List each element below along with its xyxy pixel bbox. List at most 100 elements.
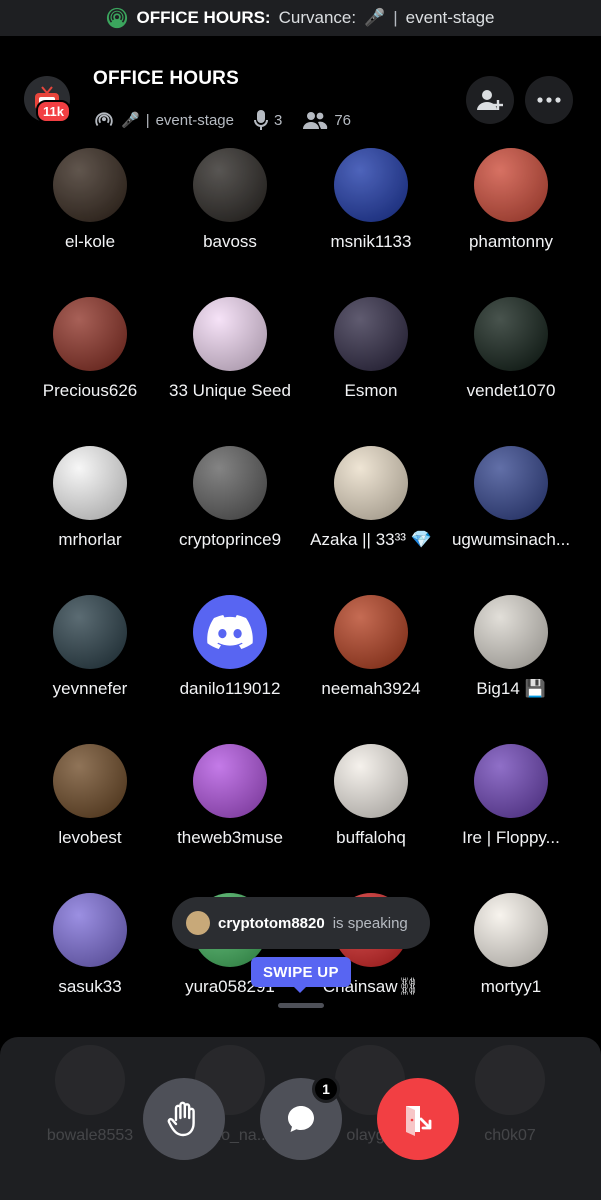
more-icon xyxy=(537,97,561,103)
avatar xyxy=(193,297,267,371)
invite-button[interactable] xyxy=(466,76,514,124)
listeners-count: 76 xyxy=(334,111,352,129)
avatar xyxy=(474,446,548,520)
avatar xyxy=(193,744,267,818)
chat-bubble-icon xyxy=(288,1106,314,1132)
participant-tile[interactable]: sasuk33 xyxy=(20,893,160,997)
more-options-button[interactable] xyxy=(525,76,573,124)
participant-tile[interactable]: Precious626 xyxy=(20,297,160,401)
leave-stage-button[interactable] xyxy=(377,1078,459,1160)
participant-name: el-kole xyxy=(64,232,116,251)
participant-tile[interactable]: Esmon xyxy=(301,297,441,401)
avatar xyxy=(474,595,548,669)
channel-name: event-stage xyxy=(155,111,234,129)
microphone-icon: 🎤 xyxy=(364,8,386,27)
avatar xyxy=(334,297,408,371)
speakers-count: 3 xyxy=(273,111,283,129)
swipe-up-hint: SWIPE UP xyxy=(251,957,351,993)
participant-tile[interactable]: vendet1070 xyxy=(441,297,581,401)
discord-logo-icon xyxy=(207,615,253,649)
participant-tile[interactable]: bavoss xyxy=(160,148,300,252)
hand-icon xyxy=(167,1101,195,1137)
participant-tile[interactable]: cryptoprince9 xyxy=(160,446,300,550)
speaking-user: cryptotom8820 xyxy=(218,914,325,932)
participant-name: Azaka || 33³³ 💎 xyxy=(310,530,432,549)
participant-tile[interactable]: phamtonny xyxy=(441,148,581,252)
participant-tile[interactable]: yevnnefer xyxy=(20,595,160,699)
avatar xyxy=(53,297,127,371)
participant-name: msnik1133 xyxy=(330,232,412,251)
participant-name: neemah3924 xyxy=(321,679,421,698)
participant-tile[interactable]: Azaka || 33³³ 💎 xyxy=(301,446,441,550)
avatar xyxy=(474,148,548,222)
participant-name: buffalohq xyxy=(336,828,406,847)
leave-icon xyxy=(406,1106,432,1136)
participant-tile[interactable]: Ire | Floppy... xyxy=(441,744,581,848)
member-count-badge: 11k xyxy=(36,100,71,123)
participant-tile[interactable]: ugwumsinach... xyxy=(441,446,581,550)
participant-tile[interactable]: mrhorlar xyxy=(20,446,160,550)
stage-status-bar[interactable]: OFFICE HOURS: Curvance: 🎤 | event-stage xyxy=(0,0,601,36)
participant-name: phamtonny xyxy=(468,232,554,251)
participant-tile[interactable]: mortyy1 xyxy=(441,893,581,997)
avatar xyxy=(193,595,267,669)
avatar xyxy=(53,446,127,520)
participant-name: cryptoprince9 xyxy=(178,530,282,549)
avatar xyxy=(55,1045,125,1115)
speaking-suffix: is speaking xyxy=(332,914,408,932)
page-title: OFFICE HOURS xyxy=(93,68,239,89)
participant-name: theweb3muse xyxy=(177,828,283,847)
status-channel: event-stage xyxy=(405,8,495,27)
status-label: OFFICE HOURS: xyxy=(136,8,271,27)
microphone-icon: 🎤 xyxy=(121,112,140,129)
avatar xyxy=(334,148,408,222)
avatar xyxy=(53,148,127,222)
stage-icon xyxy=(95,112,113,127)
participant-tile[interactable]: 33 Unique Seed xyxy=(160,297,300,401)
participant-tile[interactable]: levobest xyxy=(20,744,160,848)
add-user-icon xyxy=(477,90,503,110)
speaker-mic-icon xyxy=(253,110,268,130)
stage-info: 🎤 | event-stage 3 76 xyxy=(93,109,351,131)
avatar xyxy=(334,595,408,669)
unread-badge: 1 xyxy=(312,1075,340,1103)
participant-name: Precious626 xyxy=(42,381,138,400)
stage-header: 11k OFFICE HOURS 🎤 | event-stage 3 76 xyxy=(0,36,601,156)
raise-hand-button[interactable] xyxy=(143,1078,225,1160)
participant-name: Ire | Floppy... xyxy=(462,828,560,847)
stage-icon xyxy=(107,7,128,29)
avatar xyxy=(474,744,548,818)
avatar xyxy=(334,446,408,520)
participant-tile[interactable]: Big14 💾 xyxy=(441,595,581,699)
participant-name: bavoss xyxy=(203,232,257,251)
participant-name: Esmon xyxy=(344,381,398,400)
avatar xyxy=(53,893,127,967)
participant-name: yevnnefer xyxy=(52,679,128,698)
participant-name: sasuk33 xyxy=(58,977,122,996)
participant-tile[interactable]: danilo119012 xyxy=(160,595,300,699)
participant-tile[interactable]: buffalohq xyxy=(301,744,441,848)
participant-name: vendet1070 xyxy=(466,381,556,400)
users-icon xyxy=(303,112,328,129)
avatar xyxy=(53,595,127,669)
participant-name: 33 Unique Seed xyxy=(169,381,291,400)
status-host: Curvance: xyxy=(278,8,357,27)
participant-tile[interactable]: neemah3924 xyxy=(301,595,441,699)
participant-name: ugwumsinach... xyxy=(451,530,571,549)
avatar xyxy=(193,148,267,222)
avatar xyxy=(53,744,127,818)
audience-name: bowale8553 xyxy=(46,1127,134,1144)
participant-tile[interactable]: theweb3muse xyxy=(160,744,300,848)
drag-handle[interactable] xyxy=(278,1003,324,1008)
participant-grid: el-kole bavoss msnik1133 phamtonny Precious6… xyxy=(0,148,601,1028)
divider: | xyxy=(145,111,150,129)
avatar xyxy=(334,744,408,818)
audience-name: ch0k07 xyxy=(484,1127,536,1144)
avatar xyxy=(193,446,267,520)
participant-name: Big14 💾 xyxy=(476,679,546,698)
participant-tile[interactable]: msnik1133 xyxy=(301,148,441,252)
participant-name: levobest xyxy=(58,828,122,847)
divider: | xyxy=(393,8,398,27)
participant-tile[interactable]: el-kole xyxy=(20,148,160,252)
avatar xyxy=(474,893,548,967)
